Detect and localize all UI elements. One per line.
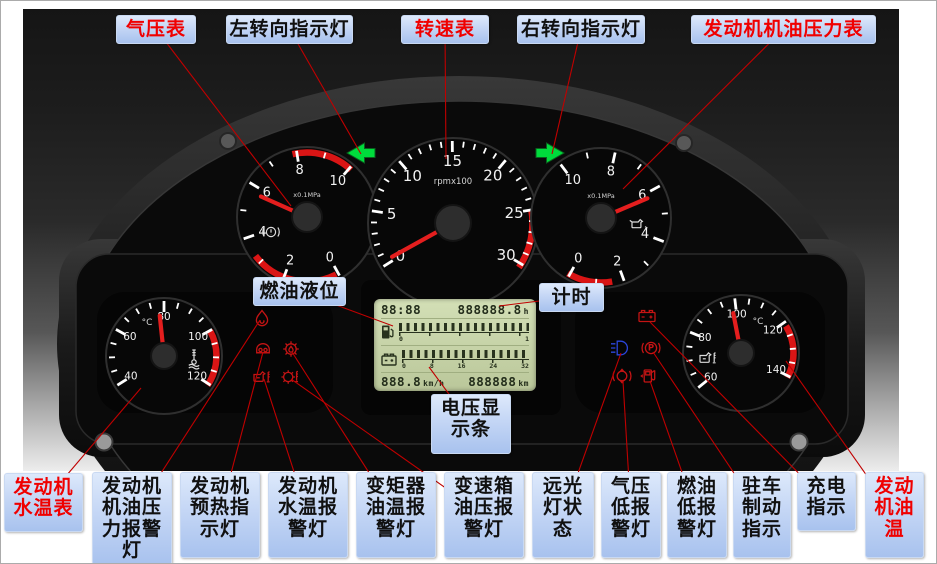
- gauge-hub: [151, 343, 177, 369]
- lcd-odometer: 888888km: [468, 374, 529, 389]
- lcd-scale-label: 0: [402, 363, 406, 369]
- gauge-unit: °C: [142, 318, 153, 328]
- tachometer: 051015202530rpmx100: [368, 138, 538, 308]
- label-high-beam-status: 远光 灯状 态: [532, 472, 594, 558]
- label-voltage-bar: 电压显 示条: [431, 394, 511, 454]
- label-right-turn-indicator: 右转向指示灯: [517, 15, 645, 44]
- gauge-number: 80: [698, 332, 711, 344]
- gauge-unit: x0.1MPa: [293, 191, 320, 199]
- voltage-bargraph: 0 8 16 24 32: [402, 350, 529, 369]
- gauge-number: 100: [727, 308, 747, 320]
- gauge-number: 15: [443, 152, 462, 170]
- label-transmission-oil-pressure-warning: 变速箱 油压报 警灯: [444, 472, 524, 558]
- label-parking-brake-indicator: 驻车 制动 指示: [733, 472, 791, 558]
- gauge-number: 100: [188, 331, 208, 343]
- label-fuel-level: 燃油液位: [253, 277, 346, 306]
- water-temp-gauge: 406080100120°C: [106, 298, 222, 414]
- lcd-scale-label: 32: [521, 363, 529, 369]
- svg-text:P: P: [648, 344, 654, 354]
- gauge-number: 5: [387, 205, 397, 223]
- label-engine-oil-temp: 发动 机油 温: [865, 472, 924, 558]
- gauge-number: 120: [187, 371, 207, 383]
- fuel-bargraph: 01: [399, 323, 529, 342]
- screw-hole: [220, 133, 236, 149]
- label-charge-indicator: 充电 指示: [797, 472, 856, 531]
- air-pressure-gauge: 0246810x0.1MPa: [237, 147, 377, 287]
- gauge-hub: [435, 205, 471, 241]
- gauge-unit: rpmx100: [434, 177, 472, 187]
- gauge-number: 2: [613, 255, 621, 270]
- lcd-hour-meter: 888888.8h: [457, 302, 529, 317]
- gauge-number: 20: [483, 167, 502, 185]
- gauge-number: 2: [286, 253, 294, 268]
- gauge-hub: [292, 202, 322, 232]
- gauge-number: 8: [607, 165, 615, 180]
- label-fuel-low-warning: 燃油 低报 警灯: [667, 472, 727, 558]
- label-tachometer: 转速表: [401, 15, 489, 44]
- label-engine-oil-pressure-warning: 发动机 机油压 力报警 灯: [92, 472, 172, 564]
- label-engine-preheat-indicator: 发动机 预热指 示灯: [180, 472, 260, 558]
- lcd-scale-label: 16: [458, 363, 466, 369]
- label-air-pressure-low-warning: 气压 低报 警灯: [601, 472, 661, 558]
- label-hour-meter: 计时: [539, 283, 604, 312]
- gauge-number: 10: [564, 173, 581, 188]
- slide: 0246810x0.1MPa051015202530rpmx1000246810…: [0, 0, 937, 564]
- screw-hole: [791, 434, 808, 451]
- screw-hole: [676, 135, 692, 151]
- engine-oil-pressure-gauge: 0246810x0.1MPa: [531, 148, 671, 288]
- gauge-number: 60: [123, 331, 136, 343]
- gauge-number: 120: [763, 324, 783, 336]
- label-engine-water-temp-warning: 发动机 水温报 警灯: [268, 472, 348, 558]
- lcd-scale-label: 1: [525, 336, 529, 342]
- lcd-speed: 888.8km/h: [381, 374, 444, 389]
- gauge-number: 4: [641, 227, 649, 242]
- gauge-number: 60: [704, 372, 717, 384]
- gauge-unit: °C: [753, 317, 764, 327]
- lcd-voltage-band: 0 8 16 24 32: [381, 345, 529, 371]
- lcd-fuel-band: 01: [381, 318, 529, 344]
- lcd-scale-label: 24: [489, 363, 497, 369]
- gauge-hub: [728, 340, 754, 366]
- gauge-number: 8: [296, 163, 304, 178]
- oil-temp-gauge: 60 80 100 120 140 °C: [683, 295, 799, 411]
- gauge-number: 10: [330, 174, 347, 189]
- label-engine-oil-pressure-gauge: 发动机机油压力表: [691, 15, 876, 44]
- gauge-number: 40: [124, 371, 137, 383]
- lcd-display: 88:88 888888.8h 01: [374, 299, 536, 391]
- label-air-pressure-gauge: 气压表: [116, 15, 196, 44]
- gauge-number: 10: [403, 167, 422, 185]
- gauge-number: 25: [505, 204, 524, 222]
- gauge-hub: [586, 203, 616, 233]
- screw-hole: [96, 434, 113, 451]
- fuel-icon: [381, 324, 394, 340]
- lcd-scale-label: 0: [399, 336, 403, 342]
- label-torque-converter-oil-temp-warning: 变矩器 油温报 警灯: [356, 472, 436, 558]
- gauge-number: 140: [766, 364, 786, 376]
- gauge-number: 0: [326, 251, 334, 266]
- gauge-number: 0: [574, 252, 582, 267]
- lcd-scale-label: 8: [430, 363, 434, 369]
- battery-icon: [381, 353, 397, 366]
- label-water-temp-gauge: 发动机 水温表: [4, 473, 83, 532]
- gauge-unit: x0.1MPa: [587, 192, 614, 200]
- label-left-turn-indicator: 左转向指示灯: [226, 15, 353, 44]
- lcd-clock: 88:88: [381, 302, 421, 317]
- gauge-number: 30: [497, 246, 516, 264]
